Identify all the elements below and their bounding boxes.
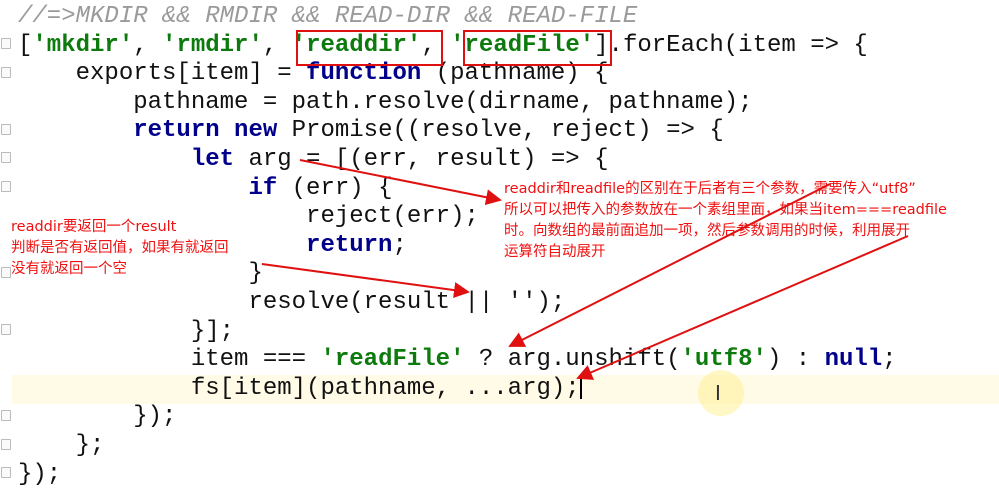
arrow-note-to-unshift [508, 183, 831, 347]
arrow-note-to-spread [576, 235, 909, 380]
mouse-highlight [698, 370, 744, 416]
arrow-arg-to-note [299, 159, 502, 206]
text-cursor-icon: I [715, 381, 721, 405]
arrow-left-note-to-resolve [261, 263, 470, 299]
annotation-arrows [261, 159, 909, 380]
